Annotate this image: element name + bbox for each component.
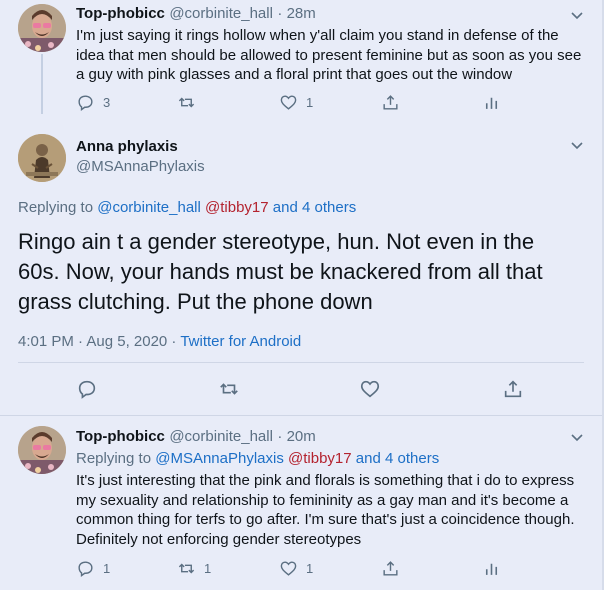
and-others-link[interactable]: and 4 others — [273, 199, 356, 216]
like-count: 1 — [306, 95, 314, 110]
reply-icon — [78, 380, 96, 399]
analytics-icon — [485, 97, 498, 109]
divider — [18, 362, 584, 363]
replying-to: Replying to @corbinite_hall @tibby17 and… — [18, 199, 356, 216]
thread-line — [41, 54, 43, 114]
display-name[interactable]: Anna phylaxis — [76, 138, 178, 155]
display-name[interactable]: Top-phobicc — [76, 5, 165, 22]
retweet-icon — [220, 383, 238, 395]
tweet-time[interactable]: · 28m — [277, 5, 315, 22]
replying-prefix: Replying to — [18, 199, 94, 216]
reply-count: 1 — [103, 561, 111, 576]
share-icon — [383, 561, 398, 576]
tweet-text: Ringo ain t a gender stereotype, hun. No… — [18, 229, 543, 314]
retweet-button[interactable] — [218, 378, 240, 400]
like-count: 1 — [306, 561, 314, 576]
reply-button[interactable] — [76, 378, 98, 400]
user-handle[interactable]: @MSAnnaPhylaxis — [76, 158, 205, 175]
share-button[interactable] — [381, 559, 400, 578]
mention-link[interactable]: @corbinite_hall — [97, 199, 201, 216]
tweet-main-anna-phylaxis[interactable]: Anna phylaxis @MSAnnaPhylaxis Replying t… — [0, 120, 602, 415]
retweet-count: 1 — [204, 561, 212, 576]
reply-button[interactable]: 3 — [76, 93, 110, 112]
like-button[interactable] — [359, 378, 381, 400]
tweet-source[interactable]: Twitter for Android — [180, 333, 301, 350]
reply-count: 3 — [103, 95, 111, 110]
chevron-down-icon[interactable] — [567, 135, 587, 155]
display-name[interactable]: Top-phobicc — [76, 428, 165, 445]
mention-link[interactable]: @tibby17 — [288, 450, 352, 467]
tweet-text: I'm just saying it rings hollow when y'a… — [76, 27, 582, 83]
chevron-down-icon[interactable] — [567, 427, 587, 447]
tweet-header: Top-phobicc @corbinite_hall · 28m — [76, 5, 316, 23]
user-handle[interactable]: @corbinite_hall — [169, 5, 273, 22]
heart-icon — [280, 561, 297, 576]
reply-icon — [78, 561, 93, 578]
and-others-link[interactable]: and 4 others — [356, 450, 439, 467]
share-icon — [383, 95, 398, 110]
retweet-button[interactable] — [177, 93, 204, 112]
user-handle[interactable]: @corbinite_hall — [169, 428, 273, 445]
share-icon — [504, 380, 522, 398]
tweet-header: Top-phobicc @corbinite_hall · 20m — [76, 428, 316, 446]
like-button[interactable]: 1 — [279, 93, 313, 112]
like-button[interactable]: 1 — [279, 559, 313, 578]
mention-link[interactable]: @tibby17 — [205, 199, 269, 216]
replying-prefix: Replying to — [76, 450, 152, 467]
tweet-text: It's just interesting that the pink and … — [76, 472, 575, 548]
reply-icon — [78, 95, 93, 112]
retweet-icon — [178, 563, 195, 574]
tweet-top-phobicc-2[interactable]: Top-phobicc @corbinite_hall · 20m Replyi… — [0, 416, 602, 590]
heart-icon — [280, 95, 297, 110]
analytics-button[interactable] — [482, 93, 501, 112]
avatar[interactable] — [18, 134, 66, 182]
avatar[interactable] — [18, 426, 66, 474]
share-button[interactable] — [381, 93, 400, 112]
chevron-down-icon[interactable] — [567, 5, 587, 25]
tweet-time[interactable]: · 20m — [277, 428, 315, 445]
timeline: Top-phobicc @corbinite_hall · 28m I'm ju… — [0, 0, 604, 590]
tweet-timestamp[interactable]: 4:01 PM · Aug 5, 2020 · — [18, 333, 180, 350]
share-button[interactable] — [502, 378, 524, 400]
tweet-meta: 4:01 PM · Aug 5, 2020 · Twitter for Andr… — [18, 333, 301, 350]
analytics-button[interactable] — [482, 559, 501, 578]
retweet-button[interactable]: 1 — [177, 559, 211, 578]
replying-to: Replying to @MSAnnaPhylaxis @tibby17 and… — [76, 450, 439, 467]
analytics-icon — [485, 563, 498, 575]
mention-link[interactable]: @MSAnnaPhylaxis — [155, 450, 284, 467]
tweet-top-phobicc-1[interactable]: Top-phobicc @corbinite_hall · 28m I'm ju… — [0, 0, 602, 120]
reply-button[interactable]: 1 — [76, 559, 110, 578]
retweet-icon — [178, 97, 195, 108]
heart-icon — [360, 380, 380, 398]
avatar[interactable] — [18, 4, 66, 52]
